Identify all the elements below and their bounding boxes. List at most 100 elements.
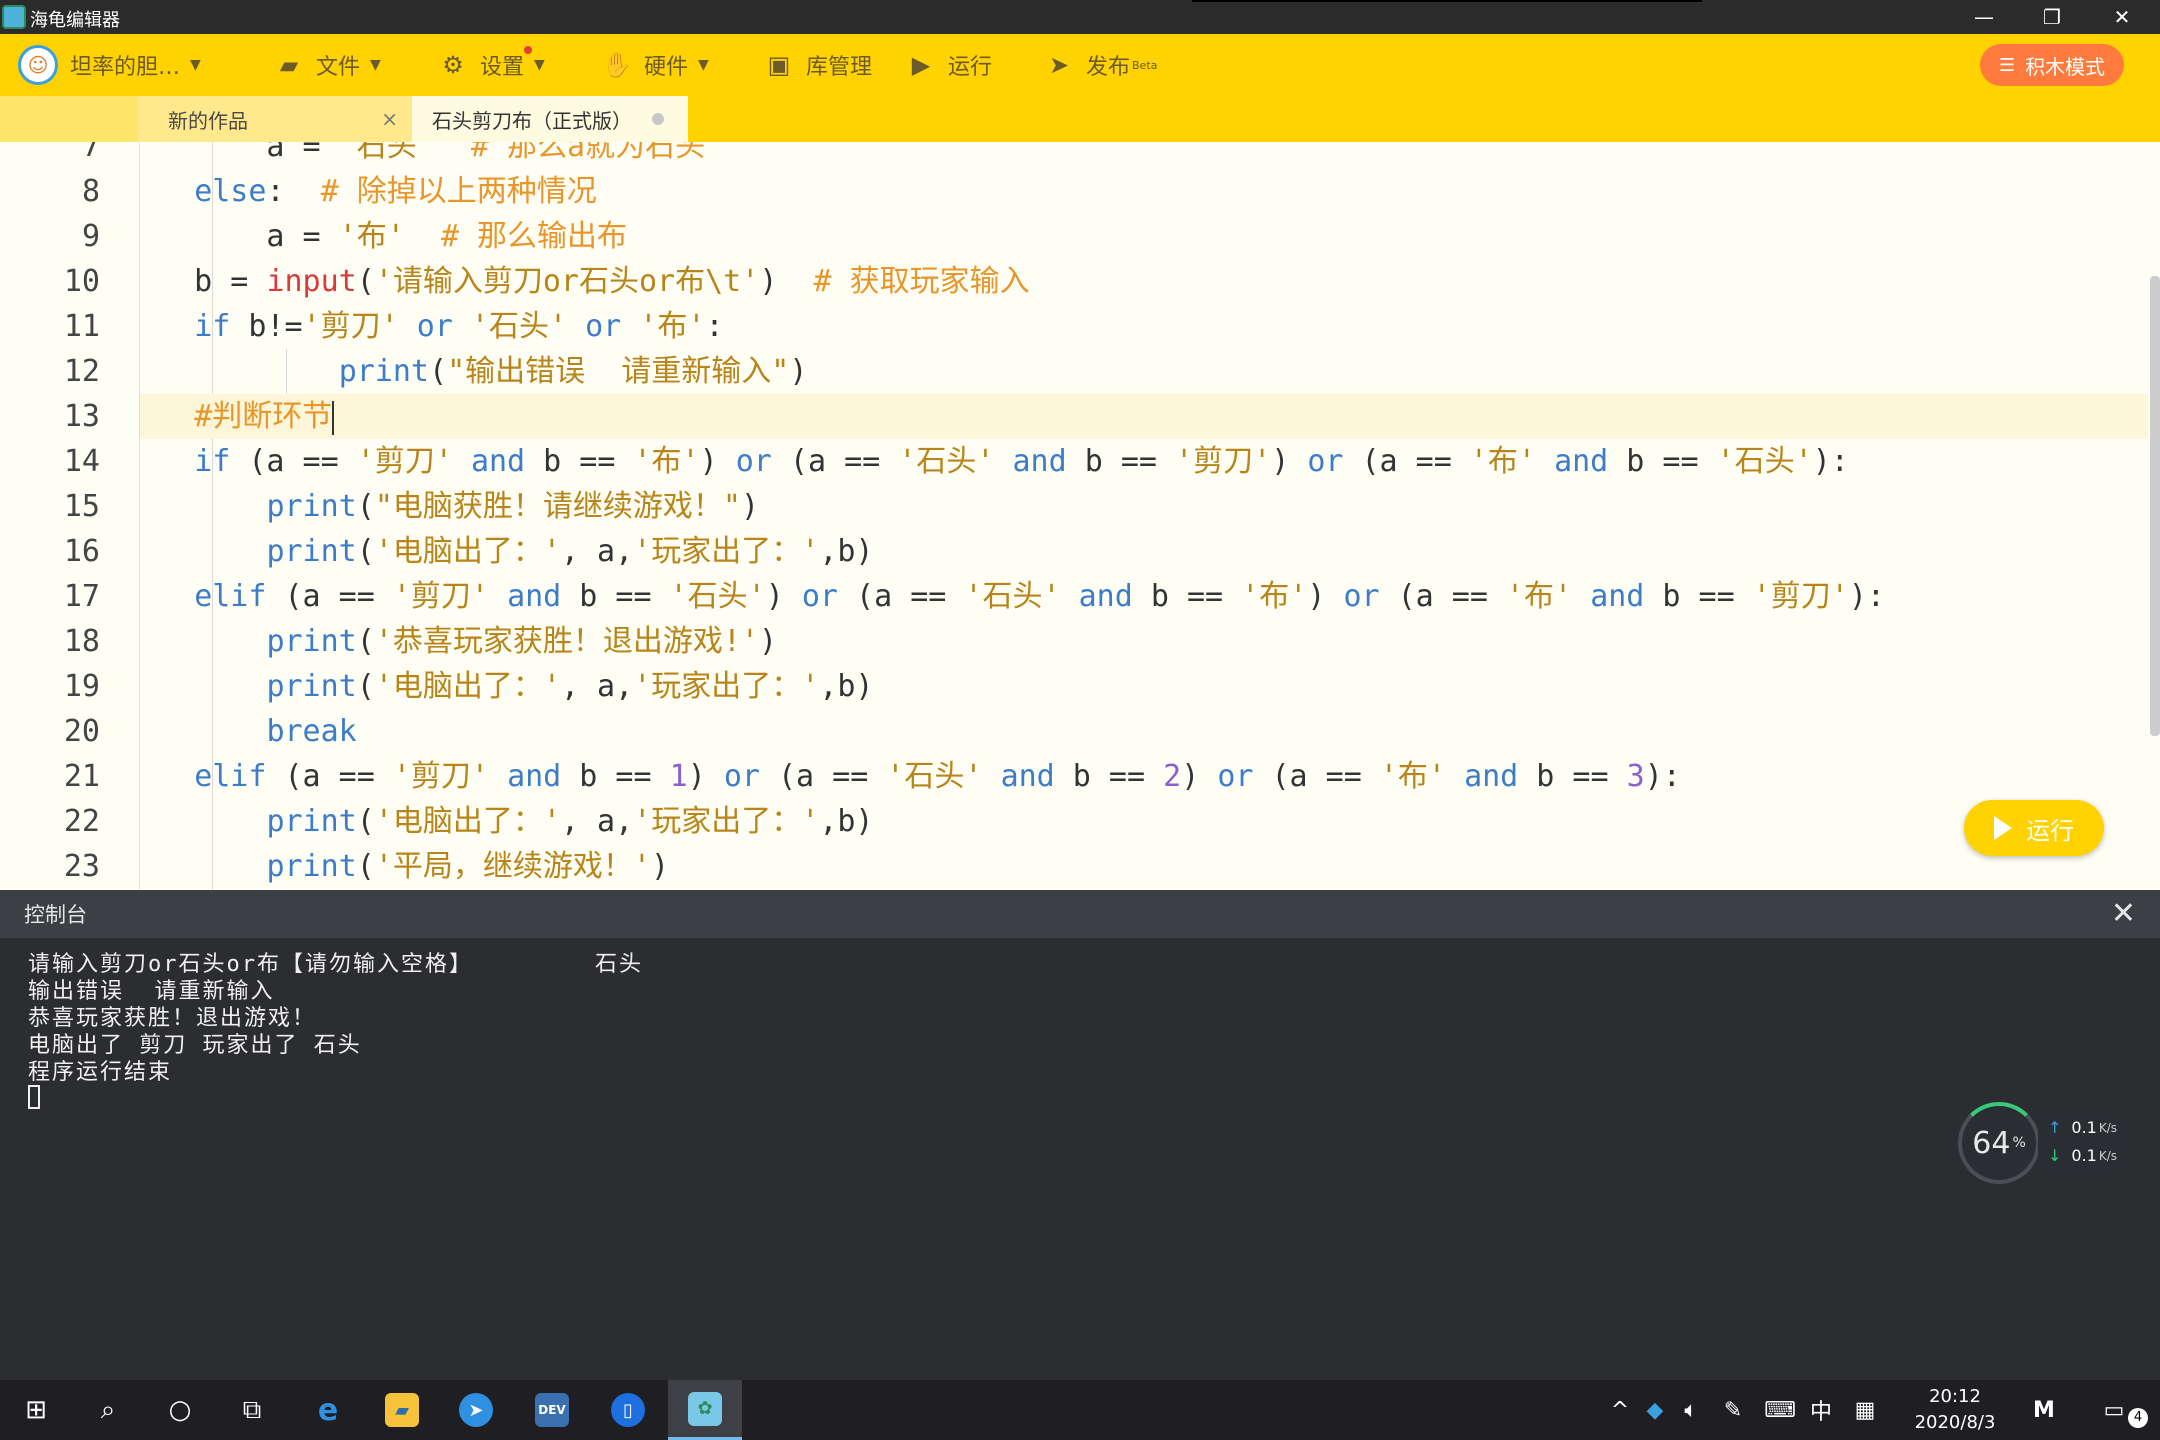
ime-language[interactable]: 中 bbox=[1806, 1380, 1836, 1440]
line-number: 10 bbox=[63, 264, 100, 299]
line-number: 22 bbox=[63, 804, 100, 839]
chevron-down-icon: ▼ bbox=[190, 57, 201, 73]
editor-scrollbar[interactable] bbox=[2150, 276, 2160, 736]
tab-rock-paper-scissors[interactable]: 石头剪刀布（正式版） bbox=[412, 96, 688, 142]
restore-button[interactable]: ❐ bbox=[2020, 0, 2084, 34]
folder-icon: ▰ bbox=[279, 51, 299, 79]
line-number: 15 bbox=[63, 489, 100, 524]
windows-logo-icon: ⊞ bbox=[25, 1395, 47, 1425]
toolbar-run-label: 运行 bbox=[948, 55, 993, 80]
code-line-22: print('电脑出了：', a,'玩家出了：',b) bbox=[266, 804, 874, 839]
code-editor[interactable]: 7 8 9 10 11 12 13 14 15 16 17 18 19 20 2… bbox=[0, 142, 2160, 890]
tray-overflow-icon[interactable]: ^ bbox=[1606, 1380, 1634, 1440]
code-line-17: elif (a == '剪刀' and b == '石头') or (a == … bbox=[194, 579, 1885, 614]
publish-button[interactable]: ➤ 发布 Beta bbox=[1044, 34, 1157, 96]
clock-time: 20:12 bbox=[1929, 1386, 1981, 1407]
taskbar-messenger[interactable]: ➤ bbox=[440, 1380, 512, 1440]
library-icon: ▣ bbox=[767, 51, 791, 79]
notification-center-icon[interactable]: ▭ bbox=[2094, 1380, 2134, 1440]
download-rate: ↓ 0.1 K/s bbox=[2048, 1146, 2117, 1165]
hardware-menu[interactable]: ✋ 硬件 ▼ bbox=[602, 34, 709, 96]
settings-menu[interactable]: ⚙ 设置 ▼ bbox=[438, 34, 545, 96]
line-number: 13 bbox=[63, 399, 100, 434]
block-mode-label: 积木模式 bbox=[2025, 54, 2106, 79]
text-cursor bbox=[332, 400, 335, 435]
unsaved-dot-icon bbox=[652, 113, 664, 125]
taskbar-dev-cpp[interactable]: DEV bbox=[516, 1380, 588, 1440]
upload-arrow-icon: ↑ bbox=[2048, 1118, 2062, 1137]
close-tab-icon[interactable]: × bbox=[381, 107, 398, 131]
keyboard-icon[interactable]: ⌨ bbox=[1760, 1380, 1800, 1440]
line-number: 18 bbox=[63, 624, 100, 659]
play-icon bbox=[1994, 816, 2012, 840]
line-number: 14 bbox=[63, 444, 100, 479]
main-toolbar: ☺ 坦率的胆… ▼ ▰ 文件 ▼ ⚙ 设置 ▼ ✋ 硬件 ▼ ▣ 库管理 ▶ 运… bbox=[0, 34, 2160, 96]
tab-new-work[interactable]: 新的作品 × bbox=[138, 96, 412, 142]
console-output-line: 程序运行结束 bbox=[28, 1060, 173, 1085]
ime-grid-icon[interactable]: ▦ bbox=[1850, 1380, 1880, 1440]
rate-unit: K/s bbox=[2098, 1148, 2118, 1163]
line-number: 11 bbox=[63, 309, 100, 344]
line-number: 20 bbox=[63, 714, 100, 749]
chevron-down-icon: ▼ bbox=[698, 57, 709, 73]
turtle-editor-icon: ✿ bbox=[688, 1391, 722, 1426]
user-menu[interactable]: ☺ 坦率的胆… ▼ bbox=[18, 34, 201, 96]
cortana-button[interactable]: ○ bbox=[144, 1380, 216, 1440]
hardware-icon: ✋ bbox=[602, 51, 632, 79]
task-view-icon: ⧉ bbox=[242, 1394, 262, 1425]
chevron-down-icon: ▼ bbox=[370, 57, 381, 73]
file-menu[interactable]: ▰ 文件 ▼ bbox=[274, 34, 381, 96]
code-line-12: print("输出错误 请重新输入") bbox=[338, 354, 808, 389]
taskbar-edge[interactable]: e bbox=[292, 1380, 364, 1440]
system-clock[interactable]: 20:12 2020/8/3 bbox=[1900, 1384, 2010, 1436]
terminal-cursor[interactable] bbox=[28, 1085, 40, 1109]
volume-icon[interactable]: 🔈︎ bbox=[1676, 1380, 1706, 1440]
code-line-9: a = '布' # 那么输出布 bbox=[140, 219, 628, 254]
task-view-button[interactable]: ⧉ bbox=[216, 1380, 288, 1440]
notification-count-badge: 4 bbox=[2128, 1408, 2148, 1428]
taskbar-app-blue[interactable]: ▯ bbox=[592, 1380, 664, 1440]
taskbar-file-explorer[interactable]: ▰ bbox=[366, 1380, 438, 1440]
block-mode-button[interactable]: ☰ 积木模式 bbox=[1980, 44, 2124, 86]
run-button[interactable]: 运行 bbox=[1964, 800, 2104, 856]
close-console-icon[interactable]: ✕ bbox=[2111, 896, 2136, 931]
line-number: 12 bbox=[63, 354, 100, 389]
taskbar-turtle-editor[interactable]: ✿ bbox=[668, 1380, 742, 1440]
code-line-11: if b!='剪刀' or '石头' or '布': bbox=[194, 309, 724, 344]
search-button[interactable]: ⌕ bbox=[72, 1380, 144, 1440]
network-monitor-widget[interactable]: 64% ↑ 0.1 K/s ↓ 0.1 K/s bbox=[1958, 1102, 2134, 1184]
code-line-14: if (a == '剪刀' and b == '布') or (a == '石头… bbox=[194, 444, 1849, 479]
line-number: 8 bbox=[81, 174, 100, 209]
line-number: 7 bbox=[81, 142, 100, 164]
tab-label: 石头剪刀布（正式版） bbox=[432, 108, 632, 133]
console-panel: 控制台 ✕ 请输入剪刀or石头or布【请勿输入空格】 石头 输出错误 请重新输入… bbox=[0, 890, 2160, 1380]
start-button[interactable]: ⊞ bbox=[0, 1380, 72, 1440]
window-title: 海龟编辑器 bbox=[30, 10, 120, 31]
code-line-16: print('电脑出了：', a,'玩家出了：',b) bbox=[266, 534, 874, 569]
toolbar-run-button[interactable]: ▶ 运行 bbox=[906, 34, 992, 96]
run-button-label: 运行 bbox=[2026, 816, 2074, 845]
notification-dot bbox=[524, 46, 532, 54]
library-button[interactable]: ▣ 库管理 bbox=[764, 34, 872, 96]
cortana-circle-icon: ○ bbox=[168, 1395, 192, 1425]
beta-badge: Beta bbox=[1132, 58, 1158, 72]
upload-rate: ↑ 0.1 K/s bbox=[2048, 1118, 2117, 1137]
line-number: 9 bbox=[81, 219, 100, 254]
paper-plane-icon: ➤ bbox=[1048, 51, 1070, 79]
minimize-button[interactable]: — bbox=[1952, 0, 2016, 34]
code-line-10: b = input('请输入剪刀or石头or布\t') # 获取玩家输入 bbox=[140, 264, 1030, 299]
tab-bar: 新的作品 × 石头剪刀布（正式版） bbox=[0, 96, 2160, 142]
tray-m-icon[interactable]: M bbox=[2024, 1380, 2064, 1440]
code-line-21: elif (a == '剪刀' and b == 1) or (a == '石头… bbox=[194, 759, 1681, 794]
gear-icon: ⚙ bbox=[442, 51, 464, 79]
close-window-button[interactable]: ✕ bbox=[2090, 0, 2154, 34]
play-circle-icon: ▶ bbox=[911, 51, 931, 79]
tab-label: 新的作品 bbox=[168, 108, 248, 133]
tray-app-icon[interactable]: ◆ bbox=[1640, 1380, 1670, 1440]
console-header: 控制台 ✕ bbox=[0, 890, 2160, 938]
publish-label: 发布 bbox=[1086, 55, 1131, 80]
rate-unit: K/s bbox=[2098, 1120, 2118, 1135]
cpu-percent: 64 bbox=[1972, 1125, 2011, 1161]
pen-icon[interactable]: ✎ bbox=[1718, 1380, 1748, 1440]
line-number: 23 bbox=[63, 849, 100, 884]
